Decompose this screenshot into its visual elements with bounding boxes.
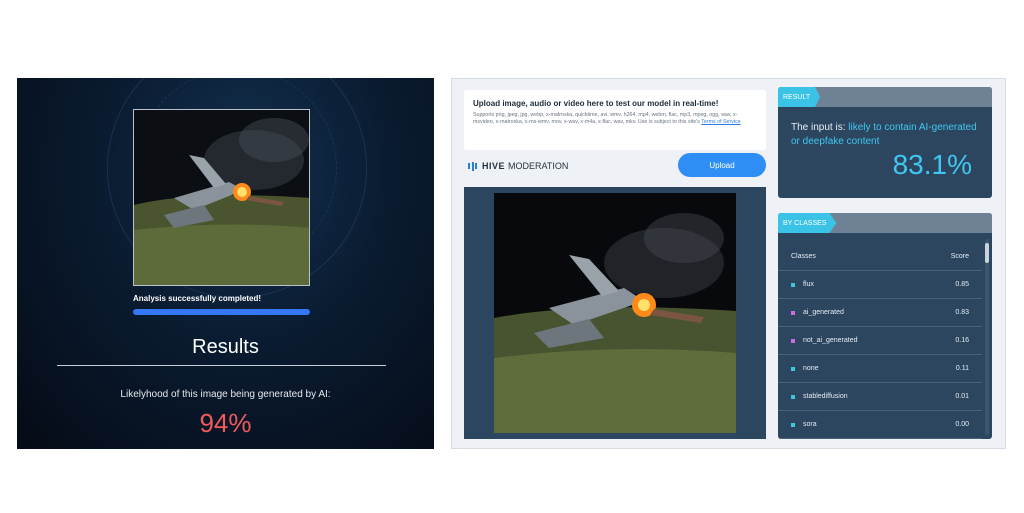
- class-row: none 0.11: [778, 355, 982, 383]
- hive-moderation-logo: HIVE MODERATION: [468, 161, 568, 171]
- class-row: flux 0.85: [778, 271, 982, 299]
- class-score: 0.11: [955, 365, 969, 372]
- class-score: 0.00: [955, 421, 969, 428]
- upload-button[interactable]: Upload: [678, 153, 766, 177]
- classes-tag: BY CLASSES: [778, 213, 837, 233]
- analyzed-image: [133, 109, 310, 286]
- analysis-progress-bar: [133, 309, 310, 315]
- class-name: stablediffusion: [803, 393, 848, 400]
- class-swatch: [791, 282, 795, 287]
- likelihood-label: Likelyhood of this image being generated…: [120, 389, 331, 400]
- hive-logo-icon: [468, 161, 477, 171]
- score-column-header: Score: [950, 253, 969, 260]
- result-percent: 83.1%: [892, 149, 972, 180]
- results-heading: Results: [192, 336, 259, 358]
- classes-scrollbar[interactable]: [985, 239, 989, 435]
- uploaded-image-preview: [494, 193, 736, 433]
- likelihood-percent: 94%: [199, 408, 252, 438]
- class-score: 0.85: [955, 281, 969, 288]
- analysis-status-text: Analysis successfully completed!: [133, 294, 262, 303]
- comparison-stage: Analysis successfully completed! Results…: [0, 0, 1024, 513]
- classes-table-header: Classes Score: [778, 243, 982, 271]
- class-name: flux: [803, 281, 814, 288]
- class-name: none: [803, 365, 819, 372]
- by-classes-card: BY CLASSES Classes Score flux 0.85 ai_ge…: [778, 213, 992, 439]
- hive-moderation-panel: Upload image, audio or video here to tes…: [451, 78, 1006, 449]
- class-name: sora: [803, 421, 817, 428]
- classes-column-header: Classes: [791, 253, 816, 260]
- class-row: ai_generated 0.83: [778, 299, 982, 327]
- left-detector-panel: Analysis successfully completed! Results…: [17, 78, 434, 449]
- result-tag: RESULT: [778, 87, 821, 107]
- logo-product: MODERATION: [508, 161, 569, 171]
- class-swatch: [791, 394, 795, 399]
- class-swatch: [791, 338, 795, 343]
- class-name: not_ai_generated: [803, 337, 858, 344]
- class-row: sora 0.00: [778, 411, 982, 439]
- class-score: 0.01: [955, 393, 969, 400]
- classes-scrollbar-thumb[interactable]: [985, 243, 989, 263]
- classes-card-header: BY CLASSES: [778, 213, 992, 233]
- upload-title: Upload image, audio or video here to tes…: [473, 99, 719, 108]
- uploaded-preview-container: [464, 187, 766, 439]
- result-prefix: The input is:: [791, 122, 846, 133]
- result-verdict-text: The input is: likely to contain AI-gener…: [791, 121, 981, 149]
- analysis-progress-fill: [133, 309, 310, 315]
- class-row: stablediffusion 0.01: [778, 383, 982, 411]
- result-card-header: RESULT: [778, 87, 992, 107]
- class-row: not_ai_generated 0.16: [778, 327, 982, 355]
- terms-of-service-link[interactable]: Terms of Service: [701, 119, 740, 125]
- class-score: 0.83: [955, 309, 969, 316]
- logo-brand: HIVE: [482, 161, 506, 171]
- class-swatch: [791, 366, 795, 371]
- result-card: RESULT The input is: likely to contain A…: [778, 87, 992, 198]
- supported-formats: Supports png, jpeg, jpg, webp, x-matrosk…: [473, 112, 738, 125]
- class-name: ai_generated: [803, 309, 844, 316]
- class-swatch: [791, 310, 795, 315]
- supported-formats-text: Supports png, jpeg, jpg, webp, x-matrosk…: [473, 112, 757, 126]
- upload-instructions-card: Upload image, audio or video here to tes…: [464, 90, 766, 150]
- class-score: 0.16: [955, 337, 969, 344]
- class-swatch: [791, 422, 795, 427]
- results-divider: [57, 365, 386, 366]
